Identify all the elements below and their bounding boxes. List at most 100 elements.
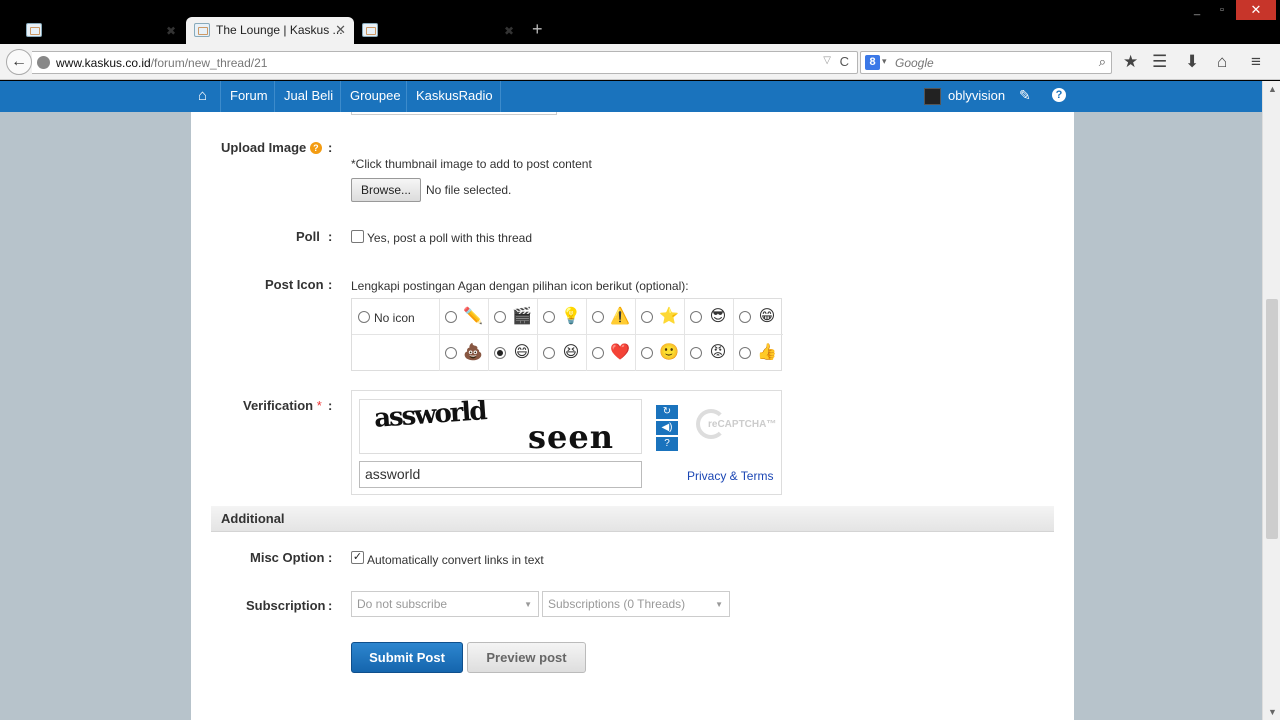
subscription-select[interactable]: Do not subscribe ▼ (351, 591, 539, 617)
back-arrow-icon[interactable]: ← (6, 49, 32, 75)
tab-close-icon[interactable]: ✖ (166, 24, 176, 38)
icon-option[interactable]: 😁 (734, 299, 783, 335)
tab-inactive-2[interactable]: ✖ (356, 17, 526, 44)
no-icon-label: No icon (374, 311, 415, 325)
warning-icon: ⚠️ (610, 308, 630, 325)
tab-inactive-1[interactable]: ✖ (16, 17, 186, 44)
scrollbar-thumb[interactable] (1266, 299, 1278, 539)
radio[interactable] (592, 311, 604, 323)
icon-option[interactable]: ⭐ (636, 299, 685, 335)
icon-option[interactable]: ✏️ (440, 299, 489, 335)
help-icon[interactable]: ? (1052, 88, 1066, 102)
radio[interactable] (739, 311, 751, 323)
icon-option[interactable]: 😆 (538, 335, 587, 371)
audio-icon[interactable]: ◀) (656, 421, 678, 435)
reload-icon[interactable]: C (840, 54, 849, 69)
icon-option[interactable]: 💡 (538, 299, 587, 335)
poll-checkbox[interactable] (351, 230, 364, 243)
tab-active[interactable]: The Lounge | Kaskus ... ✕ (186, 17, 354, 44)
poop-icon: 💩 (463, 344, 483, 361)
bookmark-star-icon[interactable]: ★ (1123, 53, 1138, 71)
page-scrollbar[interactable]: ▲ ▼ (1262, 81, 1280, 720)
file-status: No file selected. (426, 183, 512, 197)
radio[interactable] (494, 311, 506, 323)
new-tab-icon[interactable]: + (532, 20, 543, 38)
home-icon[interactable]: ⌂ (1217, 53, 1227, 71)
help-icon[interactable]: ? (656, 437, 678, 451)
pencil-icon[interactable]: ✎ (1019, 87, 1031, 104)
search-icon[interactable]: ⌕ (1099, 54, 1106, 70)
nav-forum[interactable]: Forum (230, 88, 268, 103)
question-icon[interactable]: ? (309, 142, 322, 154)
lightbulb-icon: 💡 (561, 308, 581, 325)
close-window-icon[interactable]: ✕ (1236, 0, 1276, 20)
radio[interactable] (592, 347, 604, 359)
url-text: www.kaskus.co.id/forum/new_thread/21 (56, 56, 268, 70)
icon-option[interactable]: 😄 (489, 335, 538, 371)
scroll-down-icon[interactable]: ▼ (1268, 707, 1277, 717)
avatar[interactable] (924, 88, 941, 105)
poll-label: Poll (296, 229, 320, 244)
icon-option[interactable]: ⚠️ (587, 299, 636, 335)
blue-smiley-icon: 🙂 (659, 344, 679, 361)
kaskus-favicon-icon (362, 23, 378, 37)
icon-option-none[interactable]: No icon (352, 299, 440, 335)
scroll-up-icon[interactable]: ▲ (1268, 84, 1277, 94)
radio-no-icon[interactable] (358, 311, 370, 323)
radio[interactable] (543, 311, 555, 323)
icon-option[interactable]: 👍 (734, 335, 783, 371)
username[interactable]: oblyvision (948, 88, 1005, 103)
nav-jual-beli[interactable]: Jual Beli (284, 88, 333, 103)
clapperboard-icon: 🎬 (512, 308, 532, 325)
google-icon[interactable]: 8 (865, 55, 880, 70)
icon-option[interactable]: 😡 (685, 335, 734, 371)
additional-section-header: Additional (211, 506, 1054, 532)
nav-groupee[interactable]: Groupee (350, 88, 401, 103)
chevron-down-icon: ▼ (715, 600, 723, 609)
reading-list-icon[interactable]: ☰ (1152, 53, 1167, 71)
radio[interactable] (690, 311, 702, 323)
downloads-icon[interactable]: ⬇ (1185, 53, 1199, 71)
smiley-grin-icon: 😁 (758, 308, 776, 325)
radio[interactable] (739, 347, 751, 359)
icon-option[interactable]: ❤️ (587, 335, 636, 371)
tab-close-icon[interactable]: ✕ (335, 22, 346, 38)
submit-post-button[interactable]: Submit Post (351, 642, 463, 673)
radio[interactable] (641, 311, 653, 323)
icon-option[interactable]: 🙂 (636, 335, 685, 371)
radio[interactable] (445, 347, 457, 359)
icon-option[interactable]: 💩 (440, 335, 489, 371)
captcha-input[interactable]: assworld (359, 461, 642, 488)
misc-option-checkbox-label: Automatically convert links in text (367, 553, 544, 567)
history-dropdown-icon[interactable]: ▽ (823, 55, 831, 66)
tab-close-icon[interactable]: ✖ (504, 24, 514, 38)
maximize-icon[interactable]: ▫ (1210, 0, 1234, 20)
radio[interactable] (690, 347, 702, 359)
subscriptions-threads-select[interactable]: Subscriptions (0 Threads) ▼ (542, 591, 730, 617)
thumbs-up-hand-icon: 👍 (757, 344, 777, 361)
icon-option[interactable]: 🎬 (489, 299, 538, 335)
radio[interactable] (543, 347, 555, 359)
nav-separator (500, 81, 501, 112)
radio[interactable] (641, 347, 653, 359)
privacy-terms-link[interactable]: Privacy & Terms (687, 469, 773, 483)
browse-button[interactable]: Browse... (351, 178, 421, 202)
misc-option-checkbox[interactable]: ✓ (351, 551, 364, 564)
captcha-word-2: seen (528, 418, 614, 454)
radio-selected[interactable] (494, 347, 506, 359)
refresh-icon[interactable]: ↻ (656, 405, 678, 419)
minimize-icon[interactable]: _ (1186, 0, 1208, 20)
home-icon[interactable]: ⌂ (198, 87, 207, 104)
radio[interactable] (445, 311, 457, 323)
tab-strip: ✖ The Lounge | Kaskus ... ✕ ✖ + _ ▫ ✕ (0, 0, 1280, 44)
preview-post-button[interactable]: Preview post (467, 642, 586, 673)
search-bar[interactable]: 8 ▾ Google ⌕ (860, 51, 1112, 74)
smiley-grin-red-icon: 😄 (513, 344, 531, 361)
engine-dropdown-icon[interactable]: ▾ (882, 56, 887, 67)
menu-icon[interactable]: ≡ (1251, 53, 1261, 71)
icon-option[interactable]: 😎 (685, 299, 734, 335)
url-bar[interactable]: www.kaskus.co.id/forum/new_thread/21 ▽ C (32, 51, 858, 74)
nav-separator (340, 81, 341, 112)
nav-separator (220, 81, 221, 112)
nav-kaskusradio[interactable]: KaskusRadio (416, 88, 493, 103)
